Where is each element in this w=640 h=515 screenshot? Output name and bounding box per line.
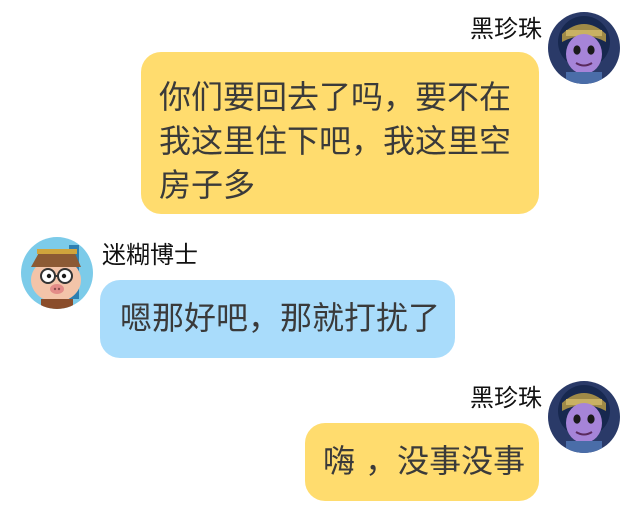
purple-character-avatar-icon[interactable] [548, 12, 620, 84]
sender-name: 黑珍珠 [470, 384, 542, 412]
pig-doctor-avatar-icon[interactable] [21, 237, 93, 309]
purple-character-avatar-icon[interactable] [548, 381, 620, 453]
sender-name: 黑珍珠 [470, 15, 542, 43]
message-text: 你们要回去了吗，要不在我这里住下吧，我这里空房子多 [159, 78, 512, 204]
message-bubble[interactable]: 你们要回去了吗，要不在我这里住下吧，我这里空房子多 [141, 52, 539, 214]
message-text: 嗯那好吧，那就打扰了 [120, 299, 441, 337]
message-bubble[interactable]: 嗨 ，没事没事 [305, 423, 539, 501]
sender-name: 迷糊博士 [102, 241, 198, 269]
message-text: 嗨 ，没事没事 [323, 442, 526, 480]
message-bubble[interactable]: 嗯那好吧，那就打扰了 [100, 280, 455, 358]
